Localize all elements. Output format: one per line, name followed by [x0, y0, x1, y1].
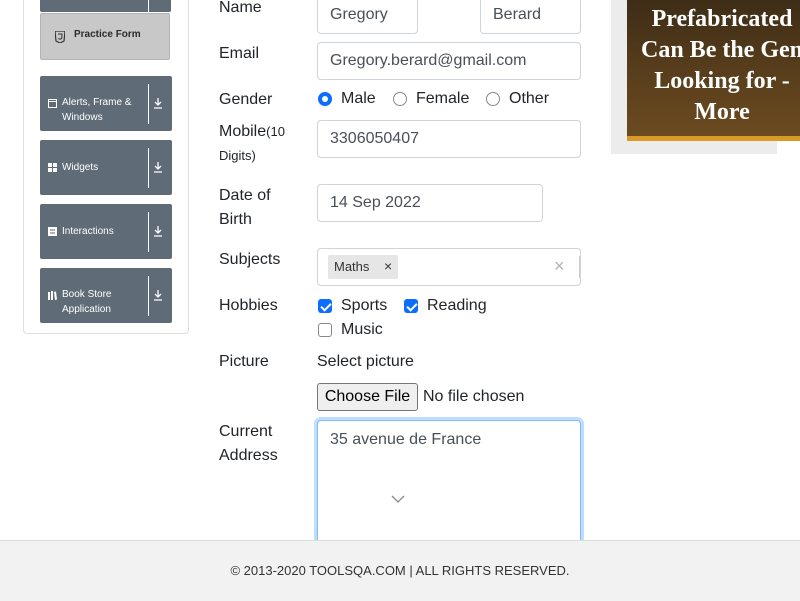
ad-line: Can Be the Gen	[641, 37, 800, 63]
picture-label: Picture	[219, 353, 269, 370]
mobile-label-text: Mobile	[219, 123, 267, 140]
gender-label: Gender	[219, 91, 273, 108]
sidebar-item-practice-form[interactable]: Practice Form	[40, 13, 170, 60]
sidebar-group-label: Book Store Application	[62, 289, 112, 315]
window-icon	[48, 99, 57, 108]
group-divider	[148, 148, 149, 188]
gender-other-radio[interactable]	[486, 92, 500, 106]
gender-female-label[interactable]: Female	[416, 91, 469, 107]
file-status-text: No file chosen	[423, 388, 525, 405]
subject-chip: Maths ×	[328, 255, 398, 279]
group-divider	[148, 212, 149, 252]
email-input[interactable]: Gregory.berard@gmail.com	[317, 42, 581, 80]
sidebar-group-label: Alerts, Frame & Windows	[62, 97, 132, 123]
sidebar-group-widgets[interactable]: Widgets	[40, 140, 172, 195]
sidebar-group-alerts[interactable]: Alerts, Frame & Windows	[40, 76, 172, 131]
book-icon	[48, 291, 57, 300]
dob-label: Date of Birth	[219, 184, 271, 232]
download-icon[interactable]	[153, 225, 163, 237]
subject-chip-label: Maths	[334, 259, 370, 274]
hobby-reading-checkbox[interactable]	[404, 299, 418, 313]
chevron-down-icon	[391, 495, 405, 503]
download-icon[interactable]	[153, 161, 163, 173]
hobby-sports-label[interactable]: Sports	[341, 298, 387, 314]
html5-icon	[55, 31, 65, 43]
hobby-music-label[interactable]: Music	[341, 322, 383, 338]
dob-label-line2: Birth	[219, 211, 252, 228]
subjects-input[interactable]: Maths × ×	[317, 248, 581, 286]
subjects-separator	[579, 256, 580, 278]
dob-label-line1: Date of	[219, 187, 271, 204]
ad-line: More	[694, 99, 750, 125]
group-divider	[148, 84, 149, 124]
current-address-value: 35 avenue de France	[330, 431, 482, 448]
subjects-label: Subjects	[219, 251, 281, 268]
download-icon[interactable]	[153, 289, 163, 301]
gender-male-radio[interactable]	[318, 92, 332, 106]
group-divider	[148, 276, 149, 316]
first-name-input[interactable]: Gregory	[317, 0, 418, 34]
sidebar: Practice Form Alerts, Frame & Windows Wi…	[23, 0, 189, 334]
group-divider	[148, 0, 149, 12]
clear-subjects-icon[interactable]: ×	[554, 256, 565, 277]
name-label: Name	[219, 0, 262, 16]
current-address-textarea[interactable]: 35 avenue de France	[317, 420, 581, 560]
hobbies-label: Hobbies	[219, 297, 278, 314]
last-name-input[interactable]: Berard	[480, 0, 581, 34]
sidebar-group-book-store[interactable]: Book Store Application	[40, 268, 172, 323]
sidebar-group-label: Interactions	[62, 226, 114, 237]
address-label-line2: Address	[219, 447, 278, 464]
choose-file-button[interactable]: Choose File	[317, 383, 418, 411]
interactions-icon	[48, 227, 57, 236]
gender-female-radio[interactable]	[393, 92, 407, 106]
footer-copyright: © 2013-2020 TOOLSQA.COM | ALL RIGHTS RES…	[230, 563, 570, 578]
select-picture-label: Select picture	[317, 353, 414, 370]
sidebar-group-interactions[interactable]: Interactions	[40, 204, 172, 259]
grid-icon	[48, 163, 57, 172]
ad-headline: Prefabricated Can Be the Gen Looking for…	[627, 4, 800, 128]
remove-chip-icon[interactable]: ×	[384, 258, 392, 274]
sidebar-item-label: Practice Form	[74, 29, 141, 40]
ad-container: Prefabricated Can Be the Gen Looking for…	[611, 0, 800, 154]
sidebar-group-label: Widgets	[62, 162, 99, 173]
ad-line: Looking for -	[654, 68, 790, 94]
mobile-input[interactable]: 3306050407	[317, 120, 581, 158]
gender-male-label[interactable]: Male	[341, 91, 376, 107]
footer: © 2013-2020 TOOLSQA.COM | ALL RIGHTS RES…	[0, 540, 800, 601]
mobile-label: Mobile(10 Digits)	[219, 120, 309, 168]
email-label: Email	[219, 45, 260, 62]
address-label: Current Address	[219, 420, 278, 468]
hobby-sports-checkbox[interactable]	[318, 299, 332, 313]
download-icon[interactable]	[153, 97, 163, 109]
address-label-line1: Current	[219, 423, 273, 440]
ad-line: Prefabricated	[651, 6, 793, 32]
ad-banner[interactable]: Prefabricated Can Be the Gen Looking for…	[627, 0, 800, 141]
hobby-music-checkbox[interactable]	[318, 323, 332, 337]
dob-input[interactable]: 14 Sep 2022	[317, 184, 543, 222]
sidebar-group-forms[interactable]	[40, 0, 171, 12]
gender-other-label[interactable]: Other	[509, 91, 549, 107]
hobby-reading-label[interactable]: Reading	[427, 298, 487, 314]
